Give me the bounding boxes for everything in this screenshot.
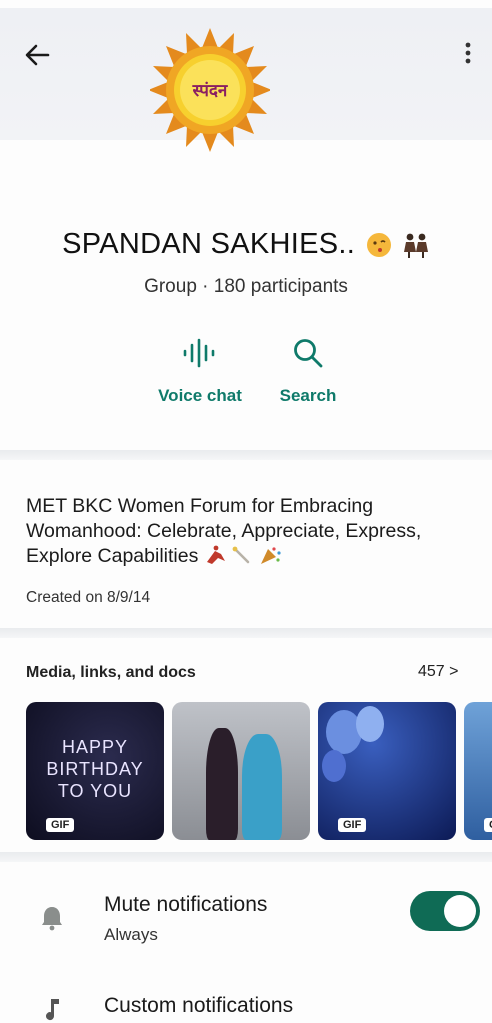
blowing-kiss-emoji-icon [366, 233, 391, 258]
sparkle-wand-emoji-icon [232, 546, 250, 564]
gif-badge: GIF [338, 818, 367, 832]
section-divider [0, 628, 492, 638]
party-popper-emoji-icon [260, 547, 281, 564]
section-divider [0, 852, 492, 862]
voice-wave-icon [183, 338, 215, 368]
group-name[interactable]: SPANDAN SAKHIES.. [0, 228, 492, 261]
arrow-left-icon[interactable] [22, 40, 52, 70]
photo-person [242, 734, 282, 840]
group-description[interactable]: MET BKC Women Forum for Embracing Womanh… [26, 494, 476, 569]
gif-badge: GIF [46, 818, 75, 832]
group-logo[interactable]: स्पंदन [150, 20, 270, 170]
search-button[interactable]: Search [268, 336, 348, 406]
gif-badge: G [484, 818, 492, 832]
toggle-knob [444, 895, 476, 927]
photo-person [206, 728, 238, 840]
voice-chat-label: Voice chat [158, 386, 242, 405]
group-subtitle: Group · 180 participants [144, 276, 348, 297]
mute-notifications-toggle[interactable] [410, 891, 480, 931]
group-name-text: SPANDAN SAKHIES.. [62, 228, 356, 260]
search-icon [294, 339, 323, 368]
birthday-text: HAPPY BIRTHDAY TO YOU [46, 737, 144, 801]
media-thumb-partial[interactable]: G [464, 702, 492, 840]
search-label: Search [279, 386, 337, 405]
section-divider [0, 450, 492, 460]
logo-text: स्पंदन [192, 81, 228, 101]
voice-chat-button[interactable]: Voice chat [145, 336, 255, 406]
media-count-link[interactable]: 457 > [418, 663, 458, 681]
created-date: Created on 8/9/14 [26, 589, 151, 606]
media-thumb-birthday-gif[interactable]: HAPPY BIRTHDAY TO YOU GIF [26, 702, 164, 840]
vertical-dots-icon[interactable] [456, 38, 480, 68]
custom-notifications-label[interactable]: Custom notifications [104, 994, 293, 1018]
media-section-label: Media, links, and docs [26, 664, 196, 681]
media-thumb-photo[interactable] [172, 702, 310, 840]
mute-notifications-value: Always [104, 925, 158, 944]
dancer-emoji-icon [206, 545, 225, 564]
bell-icon [42, 907, 62, 931]
mute-notifications-label[interactable]: Mute notifications [104, 893, 267, 917]
music-note-icon [46, 999, 59, 1021]
women-holding-hands-icon [403, 233, 428, 259]
media-thumb-birthday-gif[interactable]: GIF [318, 702, 456, 840]
